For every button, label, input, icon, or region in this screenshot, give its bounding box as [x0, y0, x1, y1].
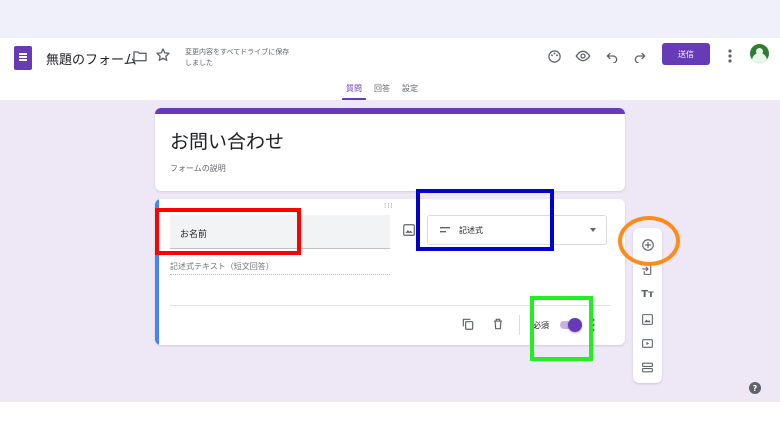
add-image-icon[interactable] — [640, 312, 655, 327]
star-icon[interactable] — [155, 47, 171, 63]
import-questions-icon[interactable] — [640, 262, 655, 277]
add-title-icon[interactable]: Tт — [640, 287, 655, 302]
folder-icon[interactable] — [132, 48, 148, 64]
short-text-icon — [440, 227, 450, 233]
question-type-label: 記述式 — [459, 226, 483, 235]
required-toggle[interactable] — [560, 318, 582, 332]
card-divider — [170, 305, 610, 306]
question-title: お名前 — [180, 230, 208, 240]
add-section-icon[interactable] — [640, 360, 655, 375]
short-answer-placeholder: 記述式テキスト（短文回答） — [170, 261, 390, 275]
add-video-icon[interactable] — [640, 336, 655, 351]
account-avatar[interactable] — [750, 44, 769, 63]
help-icon[interactable]: ? — [749, 382, 761, 394]
drag-handle-icon[interactable]: ⁞⁞⁞ — [384, 202, 394, 210]
save-status: 変更内容をすべてドライブに保存しました — [185, 48, 290, 67]
question-title-field[interactable]: お名前 — [170, 215, 390, 249]
add-image-icon[interactable] — [402, 223, 416, 237]
question-more-icon[interactable] — [591, 318, 595, 332]
question-type-select[interactable]: 記述式 — [427, 215, 607, 245]
tab-settings[interactable]: 設定 — [396, 82, 424, 100]
form-title-card: お問い合わせ フォームの説明 — [155, 108, 625, 191]
preview-eye-icon[interactable] — [573, 46, 593, 66]
dropdown-arrow-icon — [590, 228, 596, 232]
add-question-icon[interactable] — [640, 237, 655, 252]
redo-icon[interactable] — [630, 46, 650, 66]
toggle-knob — [568, 318, 582, 332]
required-label: 必須 — [533, 321, 549, 330]
duplicate-icon[interactable] — [461, 317, 475, 331]
bottom-area — [0, 402, 780, 439]
footer-separator — [519, 315, 520, 335]
tab-responses[interactable]: 回答 — [368, 82, 396, 100]
more-vert-icon[interactable] — [720, 46, 740, 66]
side-toolbar: Tт — [633, 228, 662, 383]
question-card[interactable]: ⁞⁞⁞ お名前 記述式 記述式テキスト（短文回答） 必須 — [155, 199, 625, 345]
app-header: 無題のフォーム 変更内容をすべてドライブに保存しました 送信 質問 回答 設定 — [0, 38, 780, 100]
tab-questions[interactable]: 質問 — [340, 82, 368, 100]
form-name[interactable]: 無題のフォーム — [46, 49, 137, 68]
send-button[interactable]: 送信 — [662, 43, 710, 65]
form-title[interactable]: お問い合わせ — [170, 127, 284, 154]
delete-icon[interactable] — [491, 317, 505, 331]
form-tabs: 質問 回答 設定 — [340, 82, 424, 100]
form-description[interactable]: フォームの説明 — [170, 163, 226, 174]
forms-logo-icon[interactable] — [14, 46, 32, 70]
palette-icon[interactable] — [544, 46, 564, 66]
undo-icon[interactable] — [602, 46, 622, 66]
